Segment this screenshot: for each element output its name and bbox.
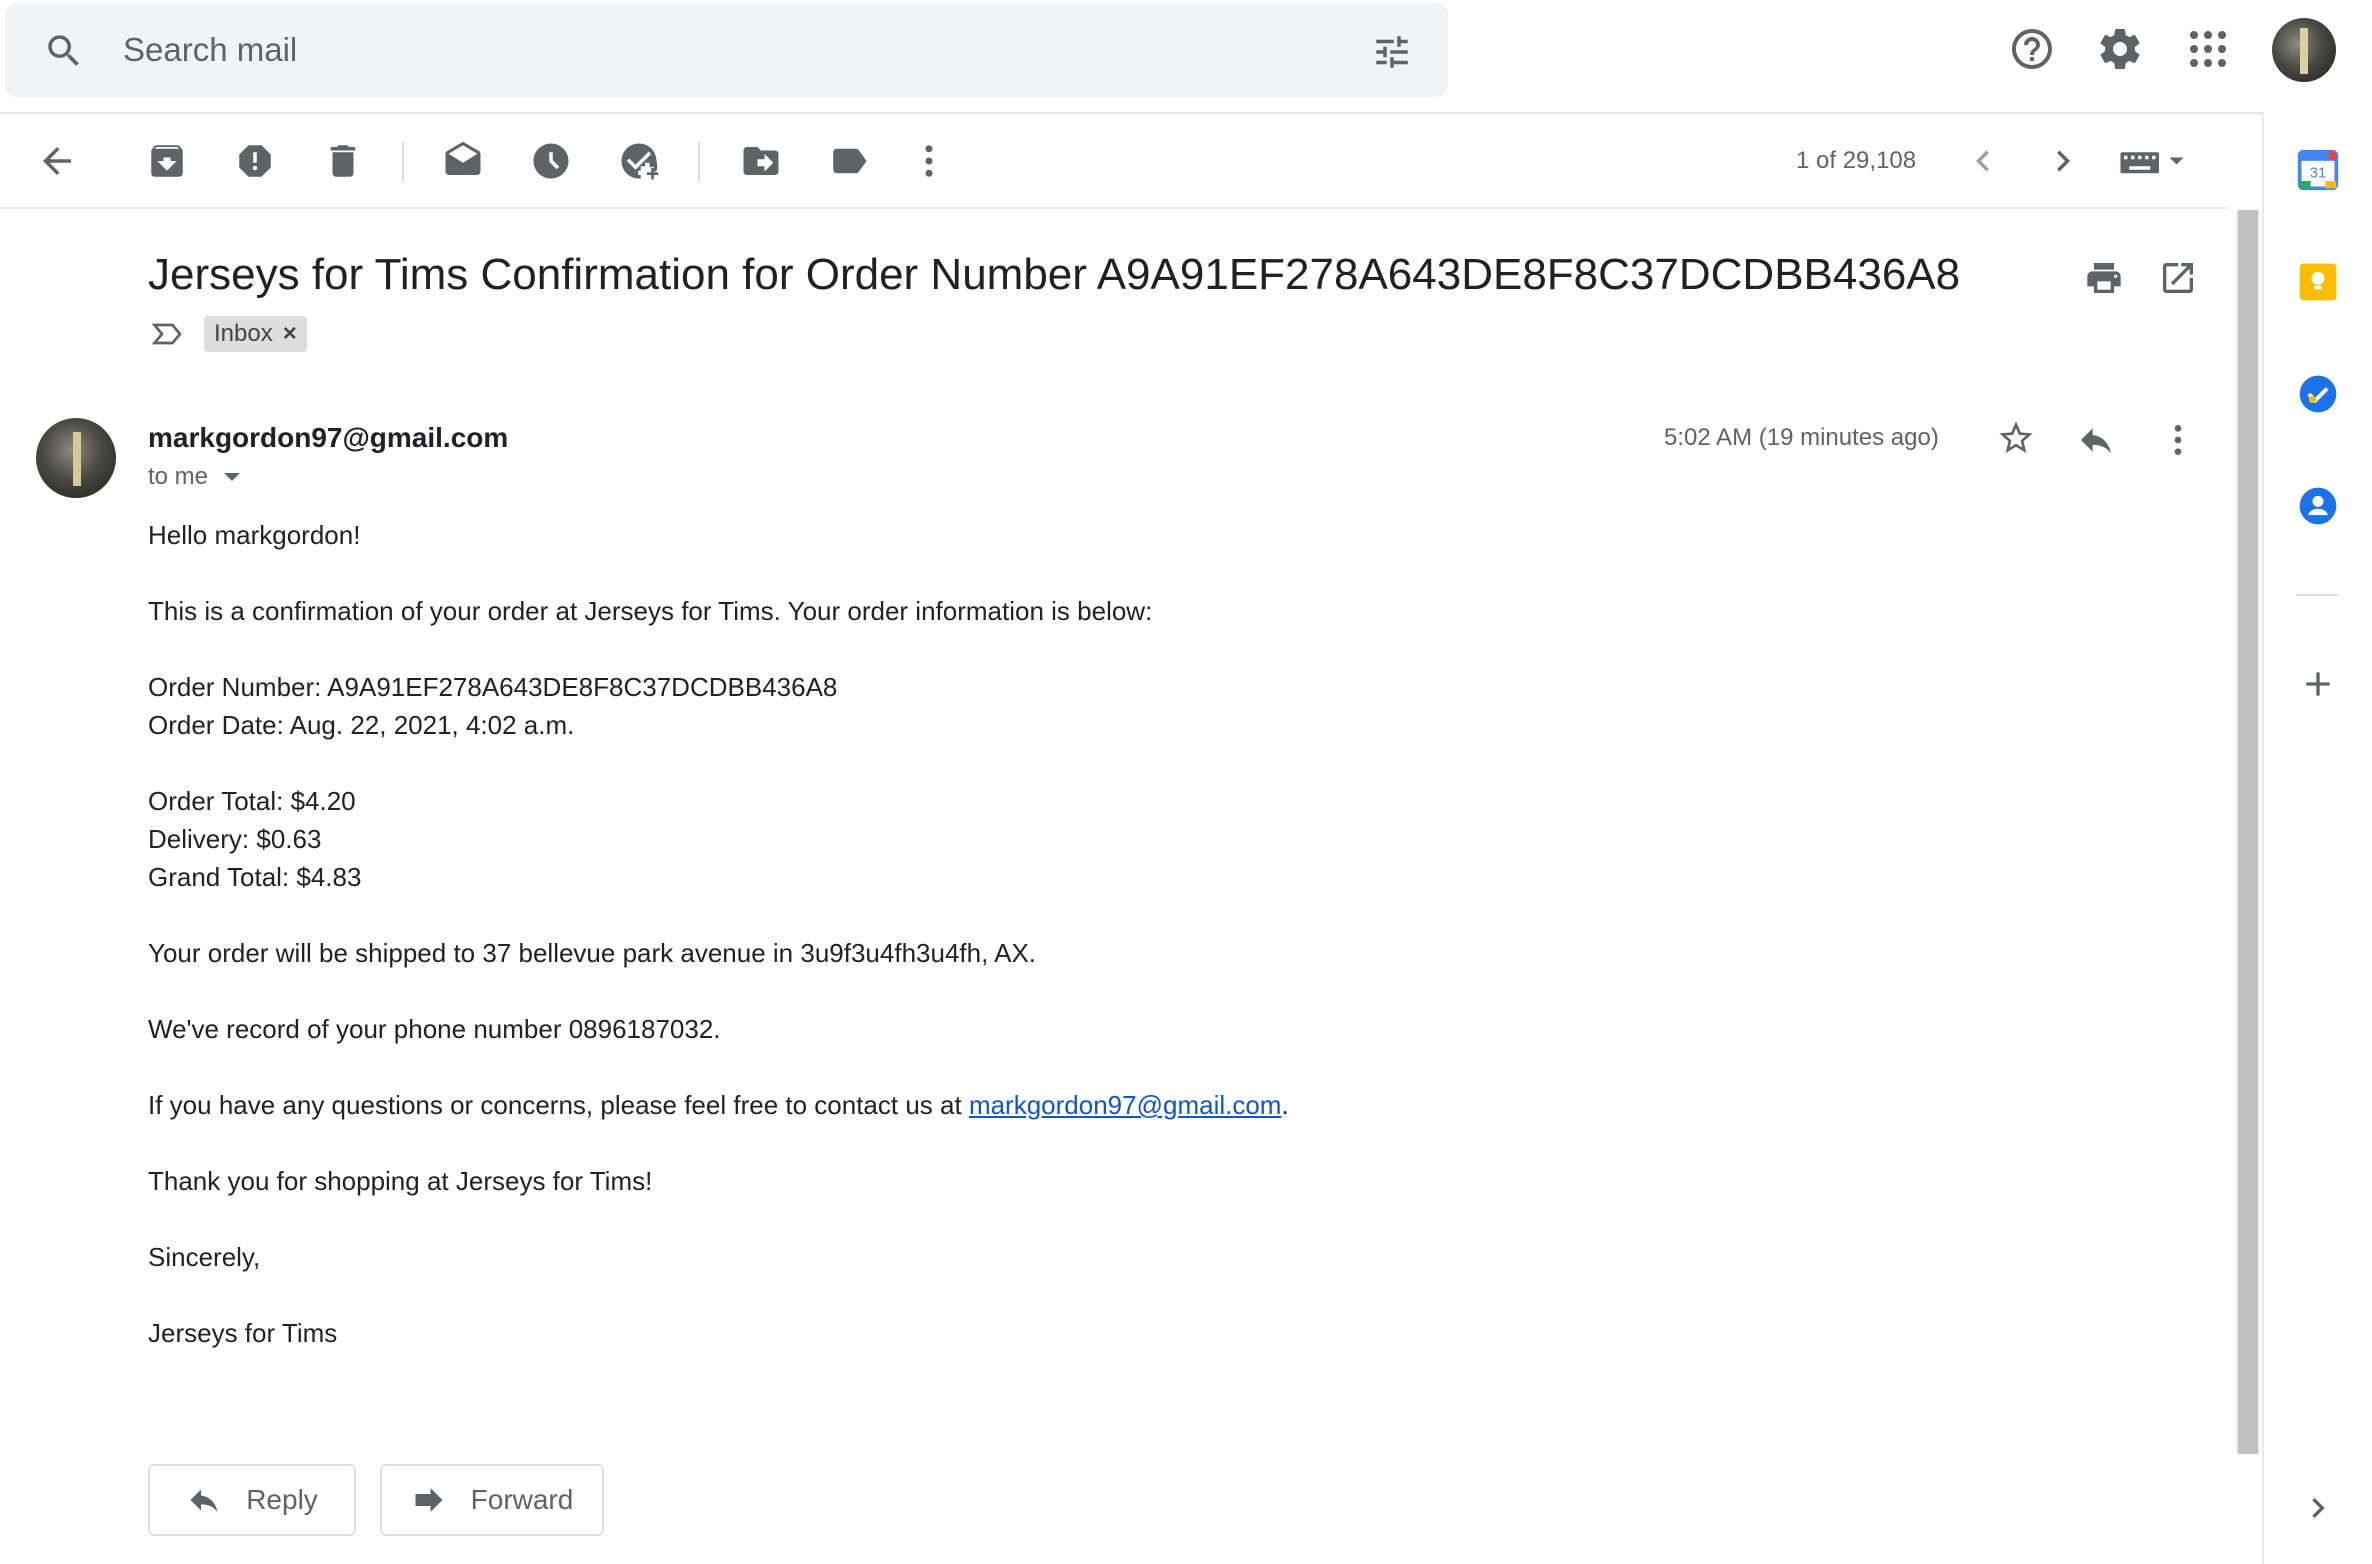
add-to-tasks-icon[interactable] bbox=[618, 140, 660, 182]
body-contact-prefix: If you have any questions or concerns, p… bbox=[148, 1090, 969, 1120]
settings-gear-icon[interactable] bbox=[2096, 25, 2144, 73]
help-icon[interactable] bbox=[2008, 25, 2056, 73]
search-input[interactable]: Search mail bbox=[123, 31, 297, 69]
body-grand-total: Grand Total: $4.83 bbox=[148, 862, 362, 892]
forward-arrow-icon bbox=[415, 1488, 443, 1512]
body-greeting: Hello markgordon! bbox=[148, 520, 361, 550]
message-more-icon[interactable] bbox=[2158, 420, 2198, 460]
toolbar-divider bbox=[0, 207, 2230, 209]
move-to-icon[interactable] bbox=[740, 140, 782, 182]
reply-icon[interactable] bbox=[2076, 420, 2116, 460]
snooze-clock-icon[interactable] bbox=[530, 140, 572, 182]
body-order-total: Order Total: $4.20 bbox=[148, 786, 356, 816]
pager-count: 1 of 29,108 bbox=[1796, 147, 1917, 174]
inbox-label-text: Inbox bbox=[214, 320, 273, 347]
email-body: Hello markgordon! This is a confirmation… bbox=[148, 516, 1289, 1352]
calendar-day-text: 31 bbox=[2310, 165, 2326, 181]
header-divider bbox=[0, 112, 2262, 114]
archive-icon[interactable] bbox=[146, 140, 188, 182]
body-signature: Jerseys for Tims bbox=[148, 1318, 338, 1348]
mark-as-unread-icon[interactable] bbox=[442, 140, 484, 182]
search-bar[interactable]: Search mail bbox=[5, 3, 1448, 97]
recipient-details[interactable]: to me bbox=[148, 463, 241, 491]
reply-button[interactable]: Reply bbox=[148, 1464, 356, 1536]
caret-down-icon[interactable] bbox=[224, 473, 241, 481]
label-tag-icon[interactable] bbox=[828, 140, 870, 182]
print-icon[interactable] bbox=[2084, 258, 2124, 298]
tasks-icon[interactable] bbox=[2296, 372, 2340, 416]
body-signoff: Sincerely, bbox=[148, 1242, 261, 1272]
message-timestamp: 5:02 AM (19 minutes ago) bbox=[1664, 424, 1939, 451]
email-subject: Jerseys for Tims Confirmation for Order … bbox=[148, 250, 1961, 299]
more-options-icon[interactable] bbox=[908, 140, 950, 182]
side-panel-divider bbox=[2296, 594, 2338, 596]
body-contact: If you have any questions or concerns, p… bbox=[148, 1086, 1289, 1124]
forward-button[interactable]: Forward bbox=[380, 1464, 604, 1536]
contact-email-link[interactable]: markgordon97@gmail.com bbox=[969, 1090, 1282, 1120]
body-contact-suffix: . bbox=[1281, 1090, 1289, 1120]
chevron-right-icon[interactable] bbox=[2042, 140, 2084, 182]
reply-arrow-icon bbox=[190, 1489, 218, 1512]
account-avatar[interactable] bbox=[2272, 18, 2336, 82]
body-phone: We've record of your phone number 089618… bbox=[148, 1014, 721, 1044]
expand-panel-chevron-icon[interactable] bbox=[2298, 1488, 2338, 1528]
toolbar-separator bbox=[402, 142, 404, 182]
sender-avatar[interactable] bbox=[36, 418, 116, 498]
keep-notes-icon[interactable] bbox=[2296, 260, 2340, 304]
side-panel bbox=[2262, 112, 2372, 1564]
body-thanks: Thank you for shopping at Jerseys for Ti… bbox=[148, 1166, 653, 1196]
add-addon-icon[interactable] bbox=[2298, 664, 2338, 704]
scrollbar-thumb[interactable] bbox=[2238, 210, 2258, 1454]
report-spam-icon[interactable] bbox=[234, 140, 276, 182]
remove-label-icon[interactable]: × bbox=[283, 320, 297, 348]
forward-button-label: Forward bbox=[470, 1484, 574, 1515]
search-icon[interactable] bbox=[43, 30, 85, 72]
delete-trash-icon[interactable] bbox=[322, 140, 364, 182]
chevron-left-icon[interactable] bbox=[1962, 140, 2004, 182]
keyboard-input-icon[interactable] bbox=[2116, 140, 2188, 182]
open-in-new-window-icon[interactable] bbox=[2158, 258, 2198, 298]
body-shipping: Your order will be shipped to 37 bellevu… bbox=[148, 938, 1037, 968]
recipient-text: to me bbox=[148, 463, 209, 490]
apps-grid-icon[interactable] bbox=[2184, 25, 2232, 73]
body-delivery: Delivery: $0.63 bbox=[148, 824, 322, 854]
reply-button-label: Reply bbox=[246, 1484, 318, 1515]
body-order-number: Order Number: A9A91EF278A643DE8F8C37DCDB… bbox=[148, 672, 838, 702]
back-arrow-icon[interactable] bbox=[36, 140, 78, 182]
contacts-icon[interactable] bbox=[2296, 484, 2340, 528]
calendar-icon[interactable]: 31 bbox=[2296, 148, 2340, 192]
important-marker-icon[interactable] bbox=[150, 316, 186, 352]
star-icon[interactable] bbox=[1996, 418, 2036, 458]
body-order-date: Order Date: Aug. 22, 2021, 4:02 a.m. bbox=[148, 710, 575, 740]
sender-email[interactable]: markgordon97@gmail.com bbox=[148, 422, 508, 454]
toolbar-separator bbox=[698, 142, 700, 182]
search-options-icon[interactable] bbox=[1371, 31, 1413, 73]
inbox-label-chip[interactable]: Inbox × bbox=[204, 316, 307, 352]
body-intro: This is a confirmation of your order at … bbox=[148, 596, 1153, 626]
